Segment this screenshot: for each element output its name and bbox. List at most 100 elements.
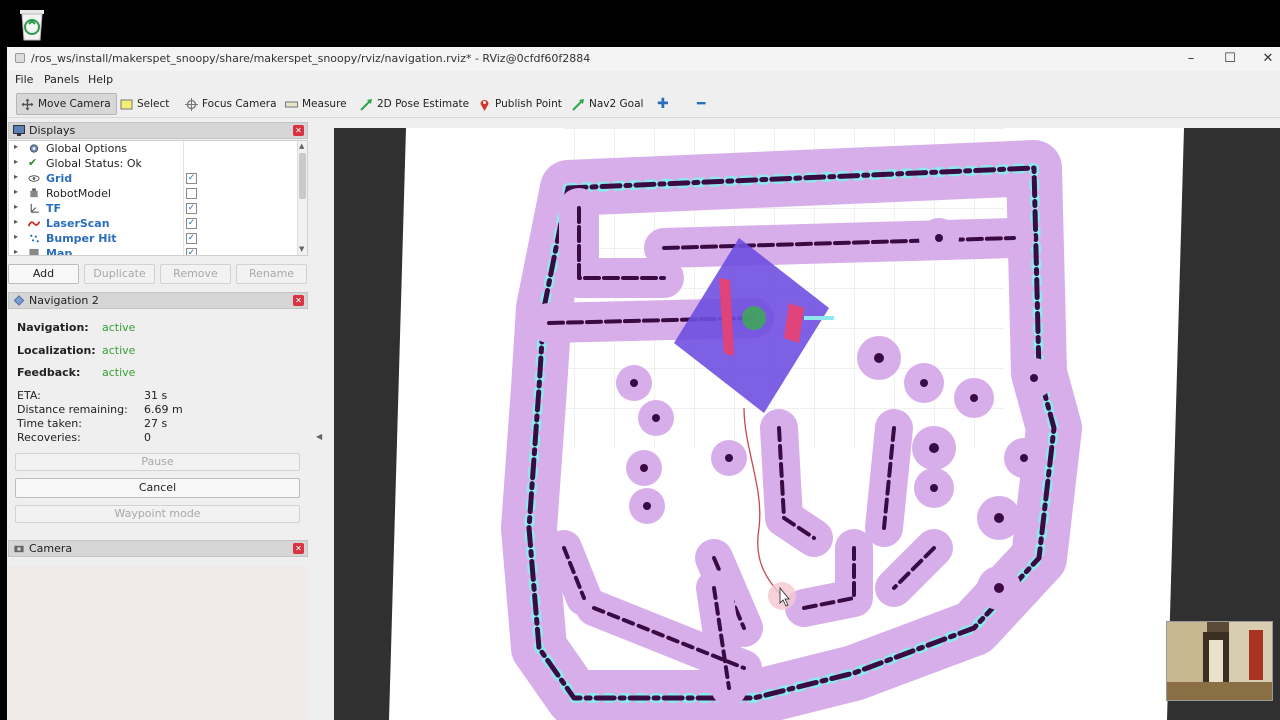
display-label: Map <box>46 247 73 256</box>
recoveries-label: Recoveries: <box>17 431 81 444</box>
time-taken-label: Time taken: <box>17 417 82 430</box>
display-checkbox[interactable]: ✓ <box>186 218 197 229</box>
expand-arrow-icon[interactable]: ▸ <box>14 142 18 151</box>
tool-select[interactable]: Select <box>116 93 173 115</box>
display-item-global-options[interactable]: ▸ Global Options <box>9 141 299 156</box>
pause-button[interactable]: Pause <box>15 453 300 471</box>
tool-label: 2D Pose Estimate <box>377 98 470 110</box>
scroll-up-icon[interactable]: ▲ <box>299 142 304 150</box>
expand-arrow-icon[interactable]: ▸ <box>14 217 18 226</box>
tool-label: Nav2 Goal <box>589 98 644 110</box>
gear-icon <box>29 144 39 153</box>
tool-move-camera[interactable]: Move Camera <box>16 93 117 115</box>
expand-arrow-icon[interactable]: ▸ <box>14 247 18 255</box>
tool-nav2-goal[interactable]: Nav2 Goal <box>568 93 647 115</box>
display-checkbox[interactable]: ✓ <box>186 233 197 244</box>
scroll-down-icon[interactable]: ▼ <box>299 245 304 253</box>
display-checkbox[interactable]: ✓ <box>186 248 197 255</box>
plus-icon: ✚ <box>657 96 669 112</box>
feedback-status-label: Feedback: <box>17 366 81 379</box>
distance-label: Distance remaining: <box>17 403 128 416</box>
distance-value: 6.69 m <box>144 403 183 416</box>
map-icon <box>29 248 39 255</box>
menu-bar: File Panels Help <box>7 71 1280 89</box>
monitor-icon <box>13 125 25 136</box>
close-camera-button[interactable]: ✕ <box>293 543 304 554</box>
display-label: Global Options <box>46 142 128 155</box>
tool-bar: Move Camera Select Focus Camera Measure … <box>7 91 1280 118</box>
expand-arrow-icon[interactable]: ▸ <box>14 157 18 166</box>
recoveries-value: 0 <box>144 431 151 444</box>
map-render <box>389 128 1184 720</box>
tool-label: Select <box>137 98 170 110</box>
render-viewport[interactable] <box>334 128 1280 720</box>
expand-arrow-icon[interactable]: ▸ <box>14 187 18 196</box>
tf-axes-icon <box>30 203 39 213</box>
collapse-panel-icon[interactable]: ◀ <box>316 432 322 441</box>
pip-red-object <box>1249 630 1263 680</box>
tool-measure[interactable]: Measure <box>281 93 351 115</box>
pip-hallway <box>1209 640 1223 682</box>
display-checkbox[interactable]: ✓ <box>186 203 197 214</box>
maximize-button[interactable]: ☐ <box>1219 50 1241 68</box>
expand-arrow-icon[interactable]: ▸ <box>14 172 18 181</box>
displays-tree: ▸ Global Options ▸ ✔ Global Status: Ok ▸… <box>8 140 308 256</box>
expand-arrow-icon[interactable]: ▸ <box>14 202 18 211</box>
feedback-status-value: active <box>102 366 136 379</box>
menu-file[interactable]: File <box>15 73 33 86</box>
camera-panel-header: Camera ✕ <box>8 540 308 557</box>
display-label: Global Status: Ok <box>46 157 142 170</box>
pip-floor <box>1167 682 1272 700</box>
display-item-robotmodel[interactable]: ▸ RobotModel <box>9 186 299 201</box>
display-label: LaserScan <box>46 217 110 230</box>
tool-label: Move Camera <box>38 98 111 110</box>
minimize-button[interactable]: – <box>1180 50 1202 68</box>
trash-icon[interactable] <box>15 4 49 42</box>
display-item-grid[interactable]: ▸ Grid ✓ <box>9 171 299 186</box>
display-item-bumper-hit[interactable]: ▸ Bumper Hit ✓ <box>9 231 299 246</box>
display-item-laserscan[interactable]: ▸ LaserScan ✓ <box>9 216 299 231</box>
scroll-thumb[interactable] <box>299 153 306 199</box>
navigation-status-label: Navigation: <box>17 321 89 334</box>
menu-help[interactable]: Help <box>88 73 113 86</box>
displays-scrollbar[interactable]: ▲ ▼ <box>297 141 307 255</box>
duplicate-display-button[interactable]: Duplicate <box>84 264 155 284</box>
pip-camera-feed <box>1166 621 1273 701</box>
add-tool-button[interactable]: ✚ <box>653 93 673 115</box>
display-checkbox[interactable]: ✓ <box>186 173 197 184</box>
displays-title: Displays <box>29 124 76 137</box>
time-taken-value: 27 s <box>144 417 168 430</box>
window-title: /ros_ws/install/makerspet_snoopy/share/m… <box>31 52 591 65</box>
tool-label: Measure <box>302 98 347 110</box>
waypoint-mode-button[interactable]: Waypoint mode <box>15 505 300 523</box>
remove-tool-button[interactable]: ━ <box>693 93 709 115</box>
close-window-button[interactable]: ✕ <box>1257 50 1279 68</box>
rename-display-button[interactable]: Rename <box>236 264 307 284</box>
laser-scan-icon <box>28 221 40 227</box>
display-item-tf[interactable]: ▸ TF ✓ <box>9 201 299 216</box>
display-item-map[interactable]: ▸ Map ✓ <box>9 246 299 256</box>
expand-arrow-icon[interactable]: ▸ <box>14 232 18 241</box>
display-checkbox[interactable] <box>186 188 197 199</box>
desktop <box>0 0 1280 47</box>
tool-2d-pose-estimate[interactable]: 2D Pose Estimate <box>356 93 473 115</box>
navigation-title: Navigation 2 <box>29 294 99 307</box>
tool-focus-camera[interactable]: Focus Camera <box>181 93 281 115</box>
camera-title: Camera <box>29 542 73 555</box>
minus-icon: ━ <box>697 96 706 112</box>
rviz-window: /ros_ws/install/makerspet_snoopy/share/m… <box>7 47 1280 720</box>
cancel-button[interactable]: Cancel <box>15 478 300 498</box>
menu-panels[interactable]: Panels <box>44 73 79 86</box>
display-item-global-status[interactable]: ▸ ✔ Global Status: Ok <box>9 156 299 171</box>
navigation-panel-header: Navigation 2 ✕ <box>8 292 308 309</box>
display-label: Bumper Hit <box>46 232 117 245</box>
close-displays-button[interactable]: ✕ <box>293 125 304 136</box>
add-display-button[interactable]: Add <box>8 264 79 284</box>
tool-publish-point[interactable]: Publish Point <box>474 93 566 115</box>
title-bar: /ros_ws/install/makerspet_snoopy/share/m… <box>7 47 1280 71</box>
remove-display-button[interactable]: Remove <box>160 264 231 284</box>
navigation-status-value: active <box>102 321 136 334</box>
close-navigation-button[interactable]: ✕ <box>293 295 304 306</box>
publish-point-icon <box>480 99 489 111</box>
navigation-diamond-icon <box>13 295 25 306</box>
